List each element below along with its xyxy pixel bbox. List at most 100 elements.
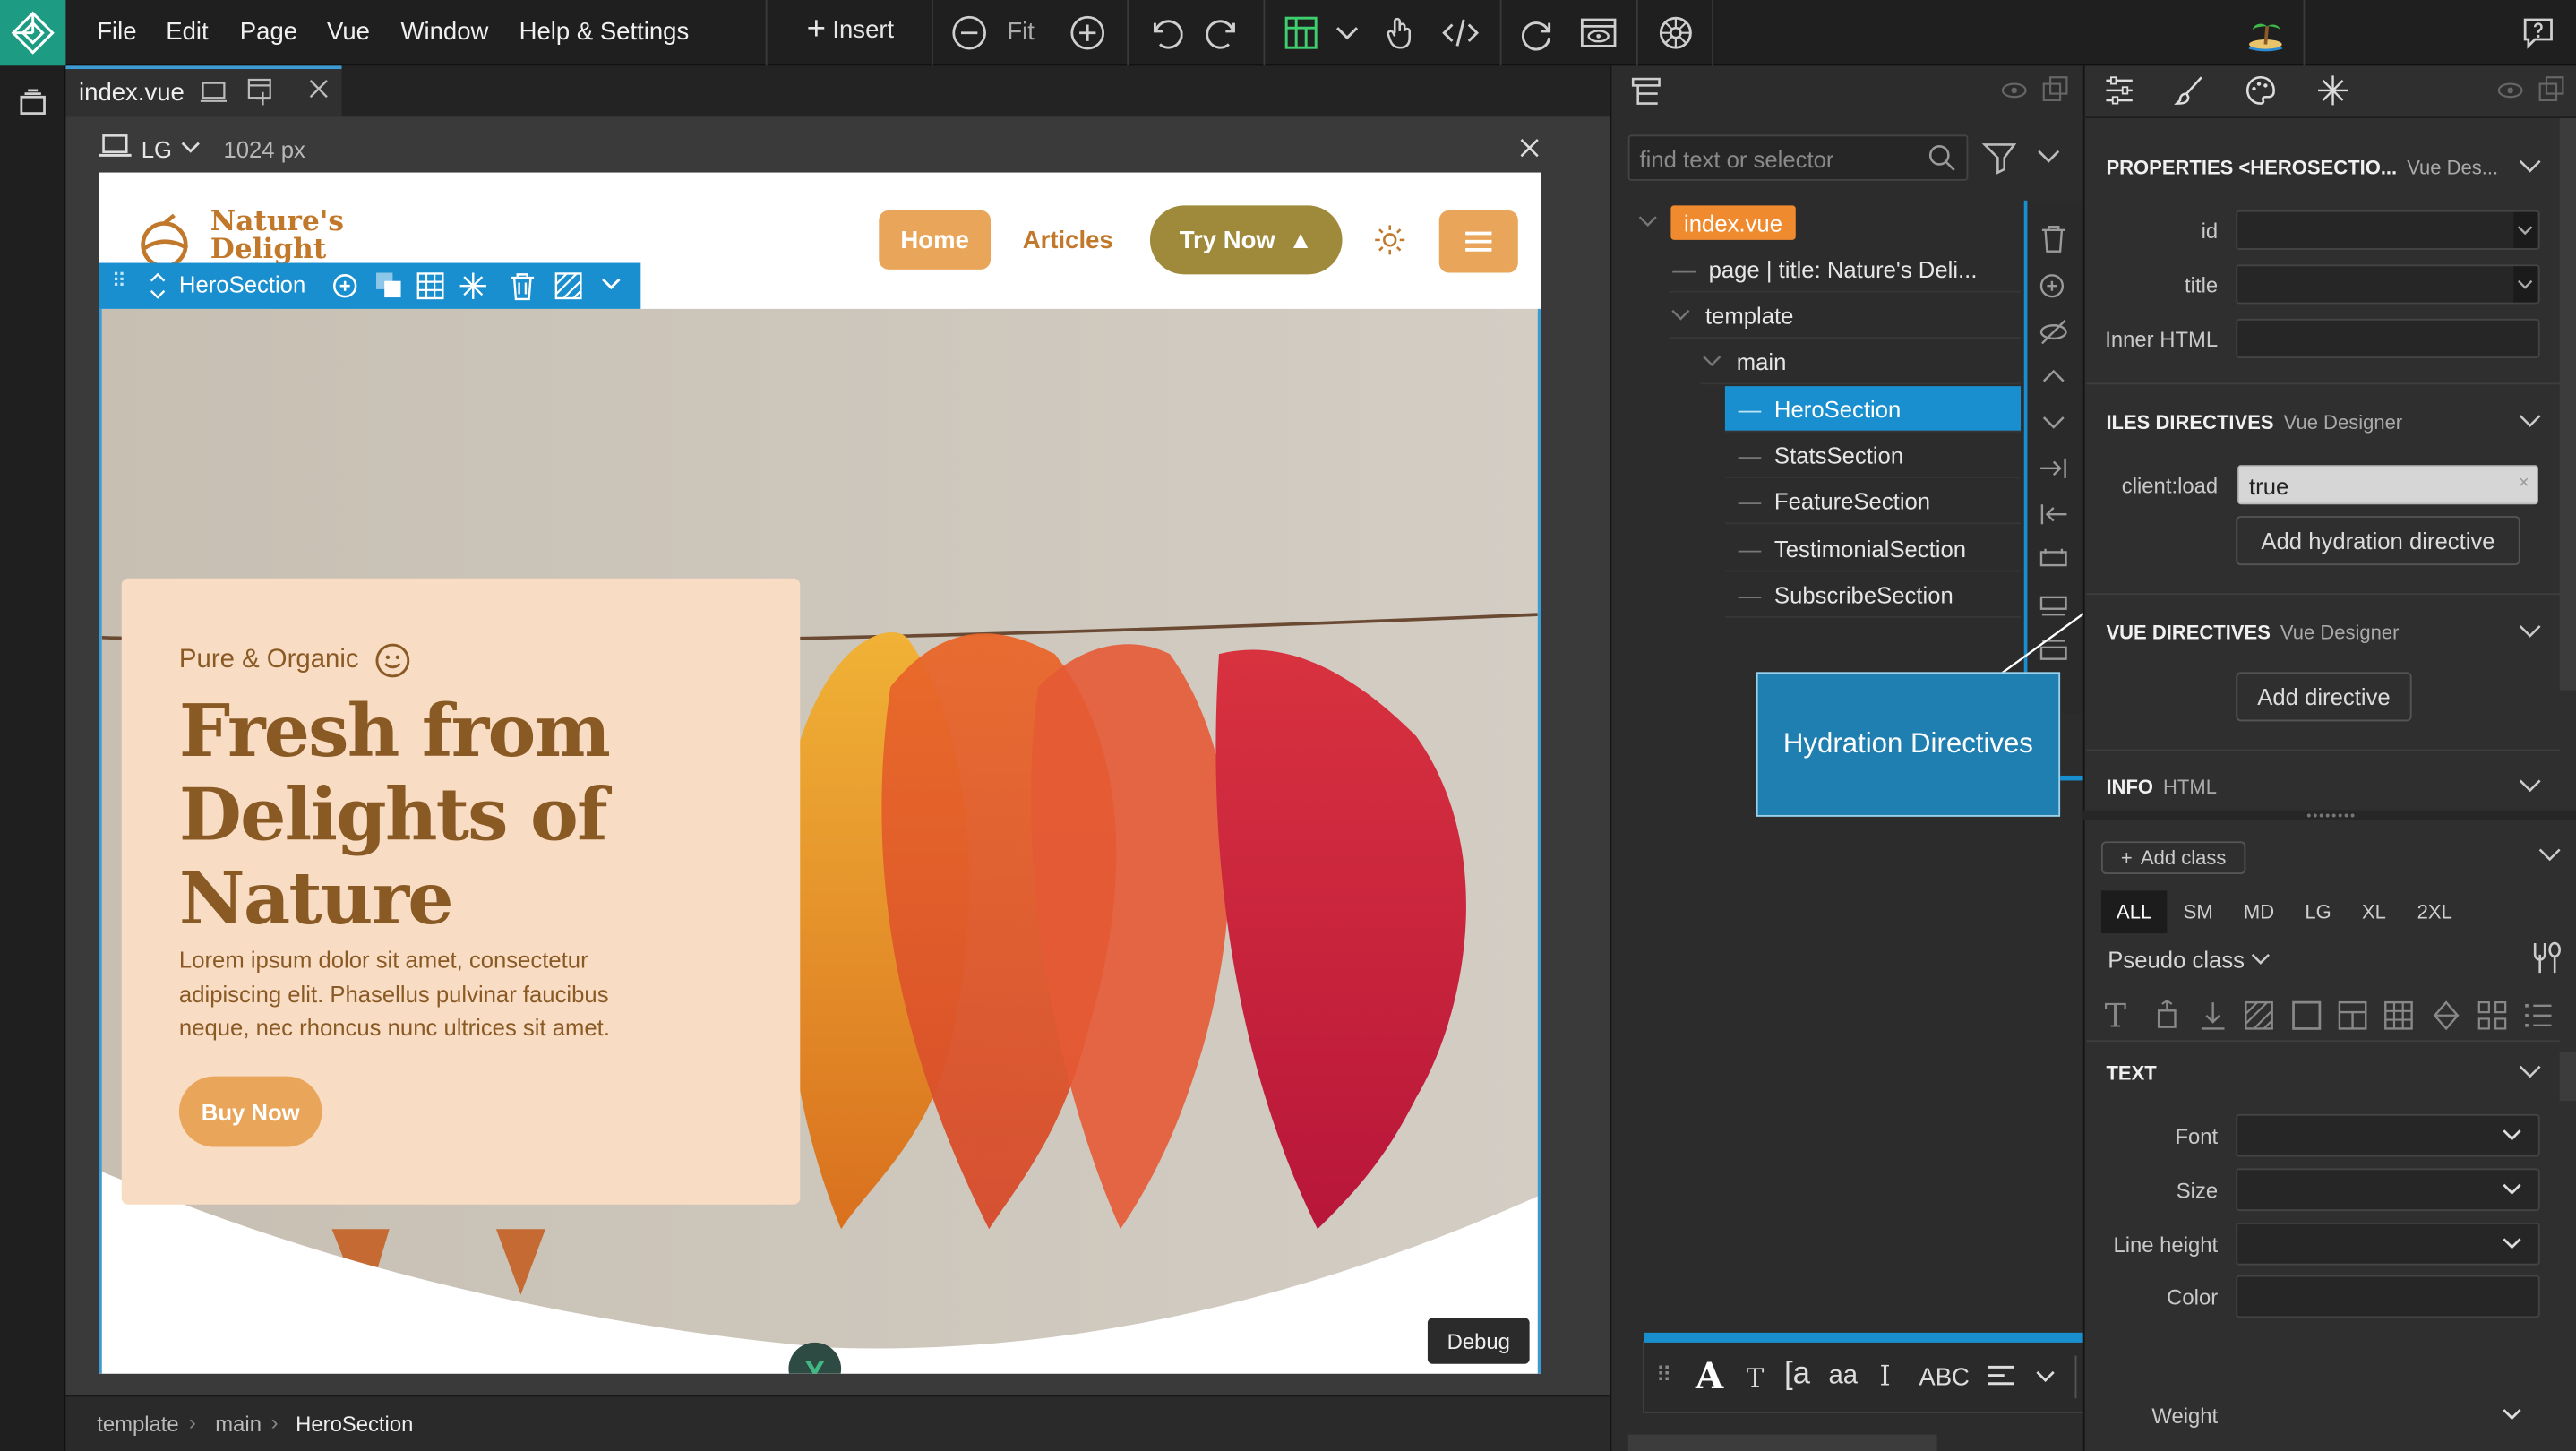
clear-icon[interactable]: ×	[2519, 473, 2529, 493]
tree-scrollbar[interactable]	[1627, 1434, 1937, 1451]
indent-icon[interactable]	[2039, 455, 2068, 481]
chevron-down-icon[interactable]	[2513, 211, 2537, 249]
pointer-hand-icon[interactable]	[1380, 13, 1420, 53]
align-left-icon[interactable]	[1985, 1362, 2018, 1392]
chevron-down-icon[interactable]	[599, 274, 623, 294]
hamburger-menu-icon[interactable]	[1438, 210, 1518, 273]
chevron-down-icon[interactable]	[2517, 156, 2543, 176]
add-class-button[interactable]: + Add class	[2100, 841, 2246, 875]
chevron-down-icon[interactable]	[2537, 845, 2563, 864]
uppercase-toggle[interactable]: ABC	[1919, 1364, 1970, 1392]
sparkle-icon[interactable]	[2316, 74, 2349, 107]
hide-icon[interactable]	[2039, 317, 2068, 347]
tree-item-subscribesection[interactable]: — SubscribeSection	[1724, 571, 2022, 618]
add-element-icon[interactable]	[332, 271, 362, 301]
islands-section-header[interactable]: ILES DIRECTIVES Vue Designer	[2106, 411, 2402, 434]
tree-panel-icon[interactable]	[1630, 75, 1663, 108]
tree-item-template[interactable]: template	[1669, 293, 2022, 339]
trash-icon[interactable]	[508, 271, 537, 301]
grid-icon[interactable]	[2383, 999, 2416, 1032]
client-load-field[interactable]: true ×	[2237, 465, 2538, 505]
close-tab-icon[interactable]	[309, 79, 329, 99]
drag-handle-icon[interactable]: ⠿	[1656, 1362, 1671, 1388]
nav-home-button[interactable]: Home	[879, 210, 992, 270]
breakpoint-lg[interactable]: LG	[2290, 890, 2346, 933]
debug-button[interactable]: Debug	[1427, 1318, 1530, 1364]
bold-text-icon[interactable]: A	[1696, 1356, 1723, 1399]
menu-page[interactable]: Page	[240, 18, 297, 46]
chevron-down-icon[interactable]	[179, 138, 202, 158]
panel-splitter[interactable]: ••••••••	[2082, 809, 2576, 823]
code-icon[interactable]	[1441, 13, 1481, 53]
typography-icon[interactable]: T	[2105, 996, 2126, 1035]
nav-articles-link[interactable]: Articles	[1010, 210, 1125, 270]
filter-icon[interactable]	[1979, 138, 2019, 177]
menu-window[interactable]: Window	[401, 18, 489, 46]
text-case-icon[interactable]: aa	[1828, 1362, 1858, 1392]
breadcrumb-item-current[interactable]: HeroSection	[296, 1412, 413, 1437]
chevron-down-icon[interactable]	[2036, 144, 2062, 167]
visibility-icon[interactable]	[2001, 79, 2027, 102]
undo-icon[interactable]	[1145, 13, 1184, 53]
chevron-up-icon[interactable]	[2040, 365, 2066, 388]
panel-scrollbar[interactable]	[2559, 118, 2576, 691]
background-pattern-icon[interactable]	[2243, 999, 2276, 1032]
zoom-out-icon[interactable]	[949, 13, 989, 53]
chevron-down-icon[interactable]	[2517, 1061, 2543, 1081]
breakpoint-md[interactable]: MD	[2229, 890, 2288, 933]
inner-html-field[interactable]	[2236, 318, 2540, 358]
add-hydration-directive-button[interactable]: Add hydration directive	[2236, 516, 2520, 566]
chevron-down-icon[interactable]	[2517, 411, 2543, 431]
refresh-icon[interactable]	[1518, 13, 1558, 53]
breakpoint-sm[interactable]: SM	[2168, 890, 2228, 933]
visibility-icon[interactable]	[2497, 79, 2523, 102]
zoom-in-icon[interactable]	[1068, 13, 1107, 53]
sun-icon[interactable]	[1373, 224, 1406, 257]
insert-button[interactable]: + Insert	[807, 13, 895, 47]
palette-icon[interactable]	[2245, 74, 2278, 107]
close-icon[interactable]	[1518, 136, 1541, 159]
breakpoint-2xl[interactable]: 2XL	[2402, 890, 2468, 933]
pseudo-class-select[interactable]: Pseudo class	[2108, 947, 2271, 973]
buy-now-button[interactable]: Buy Now	[178, 1076, 322, 1147]
detach-panel-icon[interactable]	[2042, 75, 2068, 102]
grid-icon[interactable]	[416, 271, 445, 301]
spacing-icon[interactable]	[2151, 999, 2184, 1032]
line-height-select[interactable]	[2236, 1222, 2540, 1266]
search-icon[interactable]	[1928, 143, 1957, 173]
size-select[interactable]	[2236, 1168, 2540, 1212]
list-icon[interactable]	[2521, 999, 2555, 1032]
info-section-header[interactable]: INFO HTML	[2106, 776, 2217, 799]
tree-item-testimonialsection[interactable]: — TestimonialSection	[1724, 526, 2022, 572]
color-field[interactable]	[2236, 1275, 2540, 1318]
properties-tab-icon[interactable]	[2103, 74, 2136, 107]
layers-stack-icon[interactable]	[13, 82, 53, 122]
detach-panel-icon[interactable]	[2538, 75, 2564, 102]
tree-search-input[interactable]: find text or selector	[1627, 134, 1969, 181]
tab-index-vue[interactable]: index.vue	[65, 65, 342, 117]
title-field[interactable]	[2236, 264, 2540, 305]
panel-scrollbar-lower[interactable]	[2559, 1052, 2576, 1102]
tree-item-main[interactable]: main	[1700, 339, 2022, 385]
chevron-up-down-icon[interactable]	[148, 271, 167, 301]
chevron-down-icon[interactable]	[2517, 621, 2543, 640]
tree-root-file[interactable]: index.vue	[1670, 205, 1796, 240]
border-icon[interactable]	[2290, 999, 2323, 1032]
text-cursor-icon[interactable]: I	[1879, 1361, 1890, 1394]
breakpoint-xl[interactable]: XL	[2348, 890, 2400, 933]
island-icon[interactable]	[2245, 13, 2285, 53]
text-style-icon[interactable]: T	[1747, 1362, 1765, 1394]
chevron-down-icon[interactable]	[2501, 1405, 2524, 1425]
hatch-pattern-icon[interactable]	[554, 271, 583, 301]
menu-edit[interactable]: Edit	[166, 18, 208, 46]
chevron-down-icon[interactable]	[1636, 212, 1660, 232]
duplicate-icon[interactable]	[374, 271, 404, 301]
add-element-icon[interactable]	[2039, 271, 2068, 301]
menu-vue[interactable]: Vue	[327, 18, 370, 46]
id-field[interactable]	[2236, 210, 2540, 250]
breakpoint-all[interactable]: ALL	[2100, 890, 2168, 934]
layout-icon[interactable]	[2336, 999, 2369, 1032]
chevron-down-icon[interactable]	[2040, 411, 2066, 434]
desktop-view-icon[interactable]	[200, 79, 228, 105]
position-icon[interactable]	[2196, 999, 2229, 1032]
